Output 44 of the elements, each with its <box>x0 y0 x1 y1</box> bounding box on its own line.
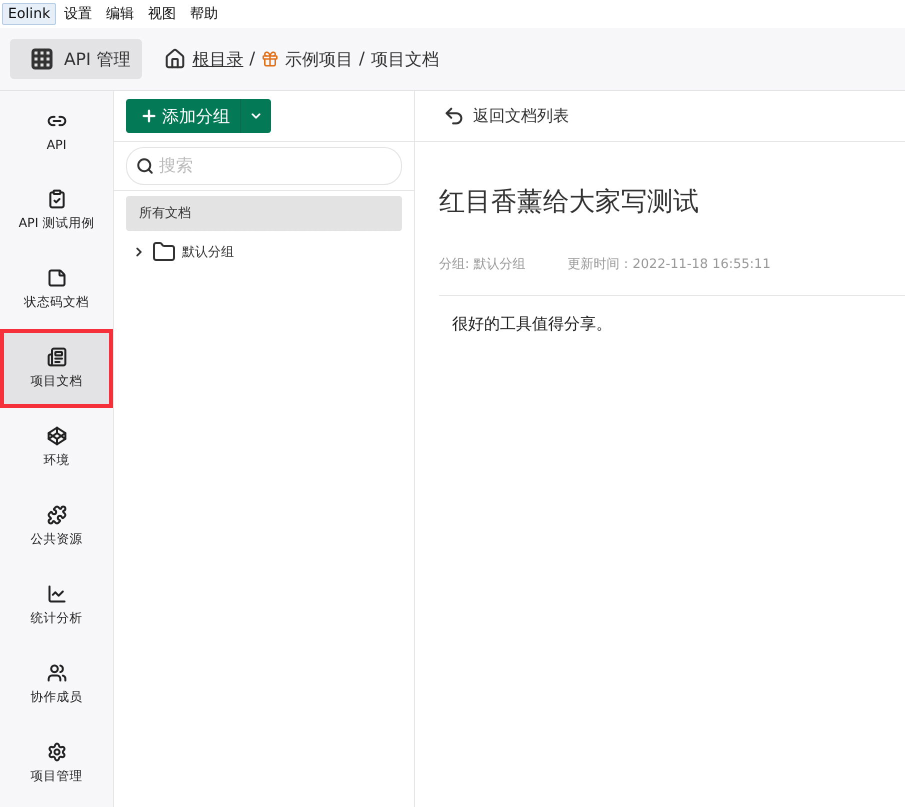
grid-icon <box>30 47 54 71</box>
sidebar-item[interactable]: API 测试用例 <box>4 175 109 246</box>
menu-item[interactable]: 设置 <box>58 2 98 26</box>
line-chart-icon <box>46 584 66 604</box>
puzzle-icon <box>46 505 66 525</box>
cube-icon <box>46 426 66 446</box>
undo-arrow-icon <box>443 105 465 127</box>
document-icon <box>46 347 66 367</box>
search-field[interactable]: 搜索 <box>126 147 402 185</box>
sidebar-item[interactable]: 项目管理 <box>4 728 109 799</box>
breadcrumb-item: 示例项目 <box>285 48 354 70</box>
menu-item[interactable]: 视图 <box>142 2 182 26</box>
document-body: 很好的工具值得分享。 <box>452 314 613 335</box>
all-documents-item[interactable]: 所有文档 <box>126 196 402 231</box>
sidebar-item[interactable]: 项目文档 <box>0 329 113 408</box>
users-icon <box>46 663 66 683</box>
update-time: 更新时间：2022-11-18 16:55:11 <box>568 256 771 273</box>
search-icon <box>136 157 154 175</box>
group-label: 分组: 默认分组 <box>439 256 526 273</box>
note-icon <box>46 268 66 288</box>
breadcrumb-separator: / <box>249 49 256 69</box>
sidebar-item[interactable]: API <box>4 96 109 167</box>
sidebar-item[interactable]: 统计分析 <box>4 570 109 641</box>
add-group-button[interactable]: 添加分组 <box>126 99 241 133</box>
app-menu-button[interactable]: API 管理 <box>10 39 142 79</box>
menu-item[interactable]: 帮助 <box>184 2 224 26</box>
sidebar-item[interactable]: 环境 <box>4 412 109 483</box>
sidebar-item[interactable]: 协作成员 <box>4 649 109 720</box>
document-title: 红目香薰给大家写测试 <box>439 186 700 219</box>
breadcrumb-item: 项目文档 <box>370 48 439 70</box>
plus-icon <box>140 107 158 125</box>
settings-icon <box>46 742 66 762</box>
gift-icon <box>261 50 280 68</box>
breadcrumb-separator: / <box>359 49 365 69</box>
group-item[interactable]: 默认分组 <box>182 243 234 261</box>
menu-item[interactable]: Eolink <box>2 3 56 25</box>
back-link[interactable]: 返回文档列表 <box>443 105 569 127</box>
folder-icon <box>152 240 176 264</box>
breadcrumb-link[interactable]: 根目录 <box>192 48 244 70</box>
sidebar-item[interactable]: 公共资源 <box>4 491 109 562</box>
home-icon <box>164 48 186 70</box>
sidebar-item[interactable]: 状态码文档 <box>4 254 109 325</box>
menu-item[interactable]: 编辑 <box>100 2 140 26</box>
clipboard-check-icon <box>46 189 66 209</box>
